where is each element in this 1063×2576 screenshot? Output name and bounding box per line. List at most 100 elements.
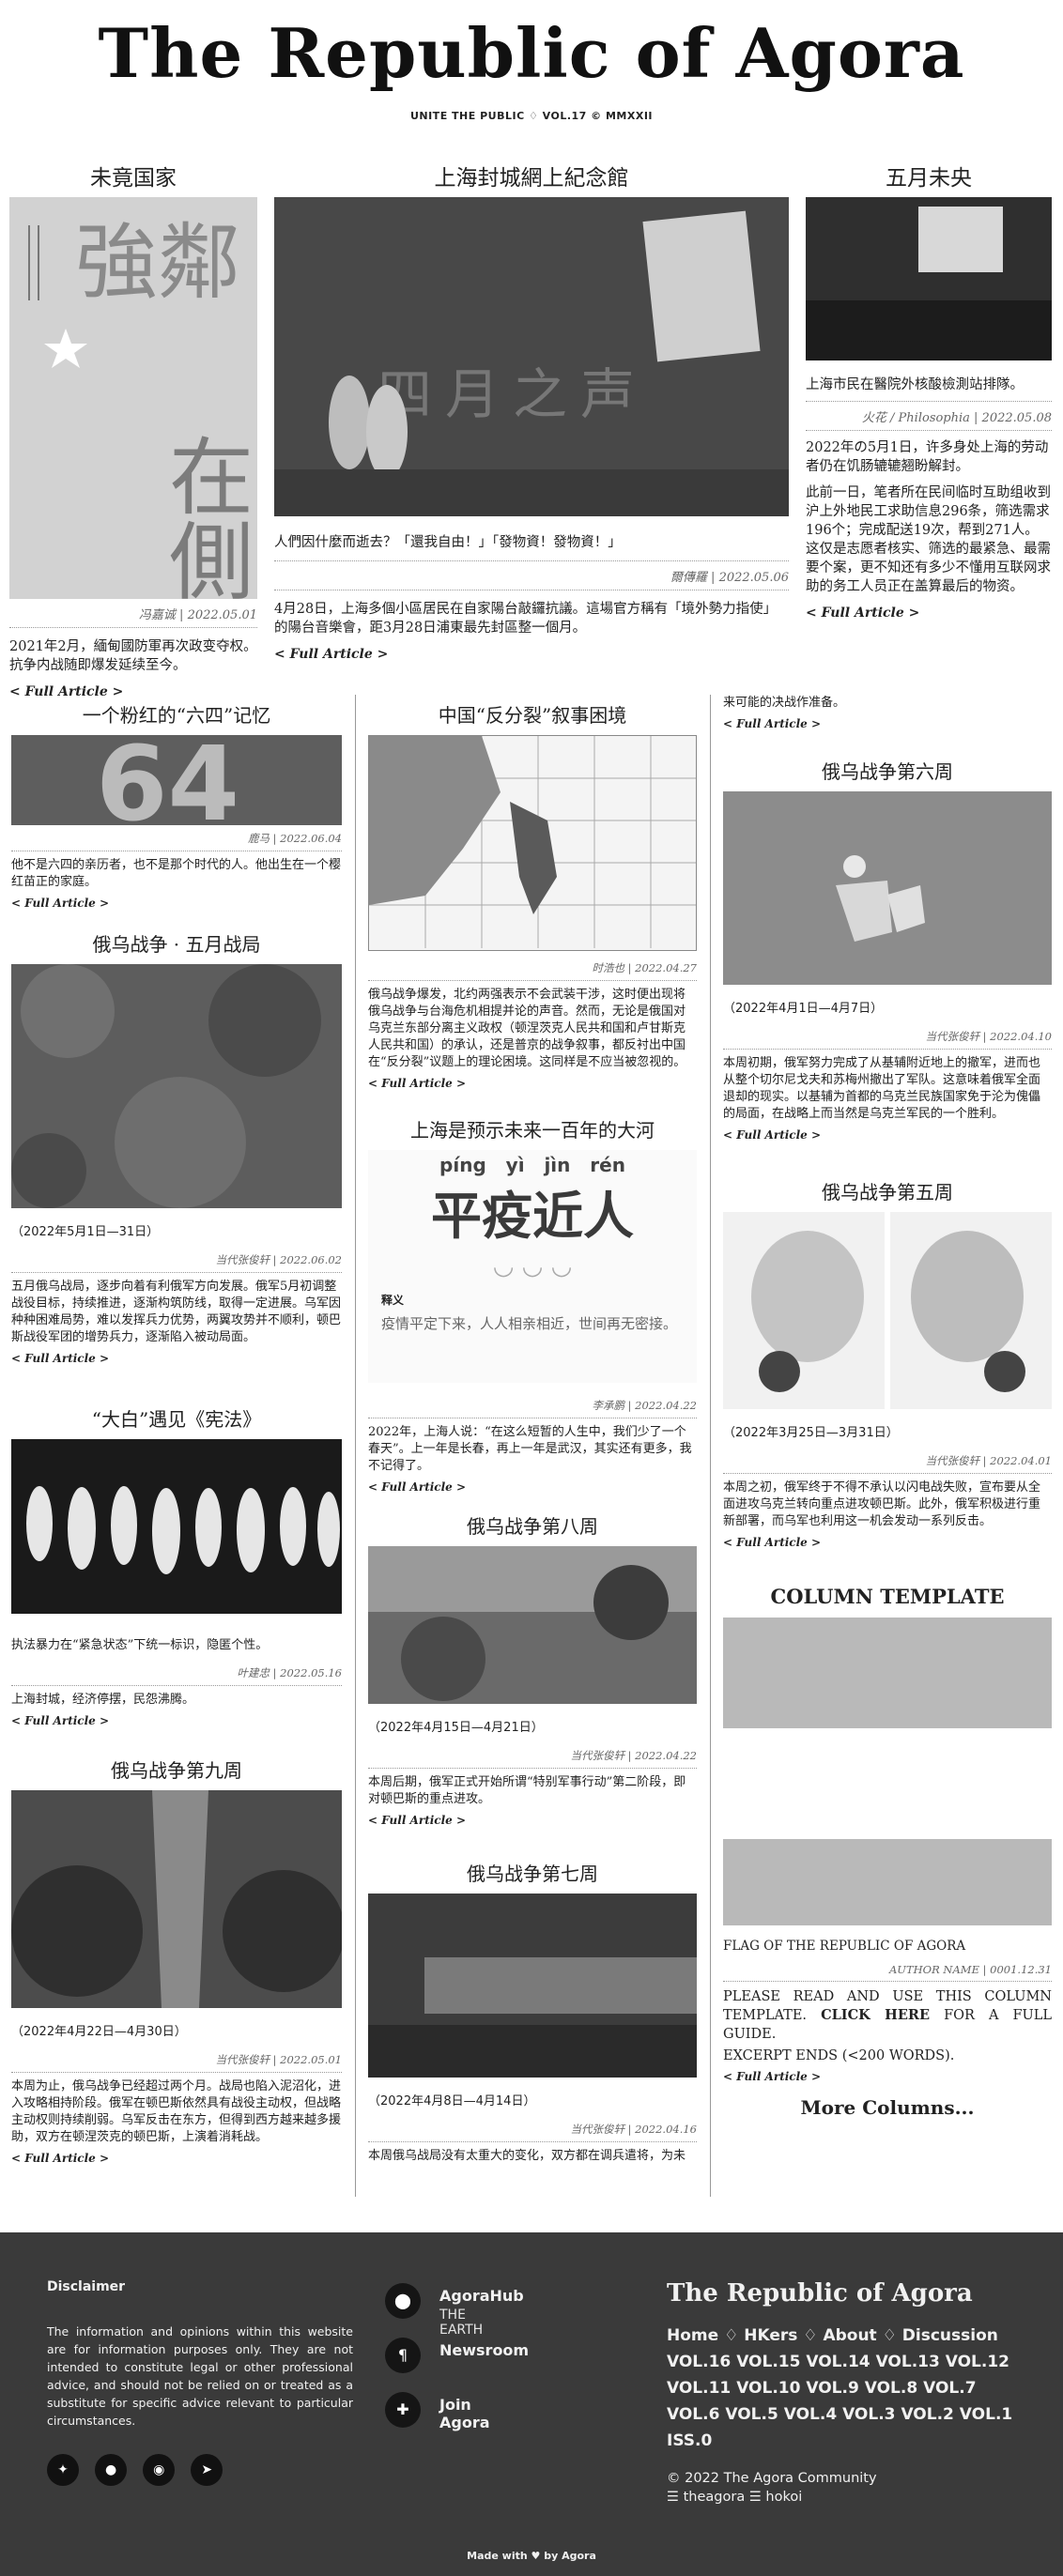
card-excerpt: 本周为止，俄乌战争已经超过两个月。战局也陷入泥沼化，进入攻略相持阶段。俄军在顿巴…: [11, 2079, 342, 2144]
card-title[interactable]: 俄乌战争第六周: [723, 757, 1052, 784]
slogan-image[interactable]: píng yì jìn rén 平疫近人 ◡ ◡ ◡ 释义 疫情平定下来，人人相…: [368, 1150, 697, 1383]
nav-about[interactable]: About: [823, 2326, 876, 2345]
card-excerpt: 本周之初，俄军终于不得不承认以闪电战失败，宣布要从全面进攻乌克兰转向重点进攻顿巴…: [723, 1480, 1041, 1528]
card-image[interactable]: [368, 735, 697, 951]
vol-link[interactable]: ISS.0: [667, 2431, 712, 2450]
vol-link[interactable]: VOL.13: [876, 2353, 940, 2371]
card-excerpt: 本周后期，俄军正式开始所谓“特别军事行动”第二阶段，即对顿巴斯的重点进攻。: [368, 1775, 686, 1806]
memorial-graphic: 四月之声: [274, 197, 789, 516]
vol-link[interactable]: VOL.6: [667, 2405, 719, 2424]
column-divider: [710, 695, 711, 2197]
full-article-link[interactable]: < Full Article >: [11, 2152, 342, 2165]
card-title[interactable]: 一个粉红的“六四”记忆: [11, 700, 342, 728]
book-cover-image[interactable]: 強鄰 在 側: [9, 197, 257, 599]
article-card: 俄乌战争 · 五月战局 （2022年5月1日—31日） 当代张俊轩 | 2022…: [11, 929, 342, 1365]
full-article-link[interactable]: < Full Article >: [723, 1128, 1052, 1142]
nav-hkers[interactable]: HKers: [744, 2326, 797, 2345]
vol-link[interactable]: VOL.7: [923, 2379, 976, 2398]
card-title[interactable]: 俄乌战争 · 五月战局: [11, 929, 342, 957]
vol-link[interactable]: VOL.12: [946, 2353, 1009, 2371]
vol-link[interactable]: VOL.16: [667, 2353, 731, 2371]
card-byline: 当代张俊轩 | 2022.04.16: [368, 2122, 697, 2142]
card-image[interactable]: [11, 964, 342, 1208]
full-article-link[interactable]: < Full Article >: [368, 1814, 697, 1827]
article-title[interactable]: 未竟国家: [9, 160, 257, 192]
card-image[interactable]: [368, 1546, 697, 1704]
puzzle-icon: ✚: [385, 2392, 421, 2428]
footer-link-label[interactable]: AgoraHub: [439, 2287, 524, 2305]
site-title[interactable]: The Republic of Agora: [0, 13, 1063, 93]
volume-links: VOL.16 VOL.15 VOL.14 VOL.13 VOL.12 VOL.1…: [667, 2349, 1033, 2454]
flag-band-top: [723, 1618, 1052, 1728]
full-article-link[interactable]: < Full Article >: [11, 1714, 342, 1727]
article-excerpt-2: 此前一日，笔者所在民间临时互助组收到沪上外地民工求助信息296条，筛选需求196…: [806, 485, 1051, 594]
card-byline: 当代张俊轩 | 2022.05.01: [11, 2052, 342, 2073]
article-card: 俄乌战争第五周 （2022年3月25日—3月31日） 当代张俊轩 | 2022.…: [723, 1177, 1052, 1549]
vol-link[interactable]: VOL.10: [736, 2379, 800, 2398]
guide-link[interactable]: CLICK HERE: [821, 2007, 930, 2023]
reddit-icon[interactable]: ◉: [143, 2454, 176, 2486]
vol-link[interactable]: VOL.9: [806, 2379, 858, 2398]
card-image[interactable]: [11, 1790, 342, 2008]
full-article-link[interactable]: < Full Article >: [274, 647, 789, 662]
card-title[interactable]: 俄乌战争第七周: [368, 1859, 697, 1886]
telegram-icon[interactable]: ➤: [191, 2454, 223, 2486]
full-article-link[interactable]: < Full Article >: [11, 1352, 342, 1365]
card-byline: 当代张俊轩 | 2022.06.02: [11, 1252, 342, 1273]
full-article-link[interactable]: < Full Article >: [723, 717, 1052, 730]
card-image[interactable]: 64: [11, 735, 342, 825]
nav-discussion[interactable]: Discussion: [902, 2326, 998, 2345]
card-image[interactable]: [723, 1212, 1052, 1409]
vol-link[interactable]: VOL.15: [736, 2353, 800, 2371]
card-image[interactable]: [368, 1894, 697, 2078]
nav-home[interactable]: Home: [667, 2326, 718, 2345]
card-title[interactable]: 俄乌战争第八周: [368, 1511, 697, 1539]
full-article-link[interactable]: < Full Article >: [723, 2070, 1052, 2083]
article-title[interactable]: 五月未央: [806, 160, 1052, 192]
card-title[interactable]: 中国“反分裂”叙事困境: [368, 700, 697, 728]
card-title[interactable]: 俄乌战争第五周: [723, 1177, 1052, 1204]
article-title[interactable]: 上海封城網上紀念館: [274, 160, 789, 192]
footer-link-label[interactable]: Newsroom: [439, 2341, 529, 2359]
card-image[interactable]: [11, 1439, 342, 1614]
full-article-link[interactable]: < Full Article >: [368, 1480, 697, 1494]
card-title[interactable]: 上海是预示未来一百年的大河: [368, 1115, 697, 1142]
footer-brand[interactable]: The Republic of Agora: [667, 2279, 1033, 2308]
vol-link[interactable]: VOL.1: [960, 2405, 1012, 2424]
card-byline: 当代张俊轩 | 2022.04.01: [723, 1453, 1052, 1474]
card-byline: AUTHOR NAME | 0001.12.31: [723, 1963, 1052, 1982]
card-byline: 当代张俊轩 | 2022.04.10: [723, 1029, 1052, 1050]
pilcrow-icon: ¶: [385, 2338, 421, 2373]
svg-text:四月之声: 四月之声: [377, 362, 648, 426]
twitter-icon[interactable]: ✦: [47, 2454, 79, 2486]
article-grid: 一个粉红的“六四”记忆 64 鹿马 | 2022.06.04 他不是六四的亲历者…: [0, 695, 1063, 2225]
card-image[interactable]: [723, 791, 1052, 985]
full-article-link[interactable]: < Full Article >: [11, 897, 342, 910]
memorial-image[interactable]: 四月之声: [274, 197, 789, 516]
svg-text:側: 側: [169, 514, 254, 599]
queue-photo[interactable]: [806, 197, 1052, 360]
vol-link[interactable]: VOL.8: [865, 2379, 917, 2398]
more-columns-link[interactable]: More Columns...: [723, 2096, 1052, 2119]
vol-link[interactable]: VOL.3: [842, 2405, 895, 2424]
column-2: 中国“反分裂”叙事困境 时浩也 | 2022.04.27 俄乌战争爆发，北约两强…: [368, 695, 697, 2197]
vol-link[interactable]: VOL.5: [725, 2405, 778, 2424]
full-article-link[interactable]: < Full Article >: [806, 606, 1052, 621]
flag-image[interactable]: [723, 1618, 1052, 1925]
card-title[interactable]: 俄乌战争第九周: [11, 1756, 342, 1783]
vol-link[interactable]: VOL.14: [806, 2353, 870, 2371]
footer-link-label[interactable]: Join Agora: [439, 2396, 490, 2431]
vol-link[interactable]: VOL.4: [784, 2405, 837, 2424]
full-article-link[interactable]: < Full Article >: [368, 1077, 697, 1090]
github-icon[interactable]: ●: [95, 2454, 128, 2486]
article-card: 一个粉红的“六四”记忆 64 鹿马 | 2022.06.04 他不是六四的亲历者…: [11, 700, 342, 910]
vol-link[interactable]: VOL.2: [901, 2405, 953, 2424]
column-1: 一个粉红的“六四”记忆 64 鹿马 | 2022.06.04 他不是六四的亲历者…: [11, 695, 342, 2197]
vol-link[interactable]: VOL.11: [667, 2379, 731, 2398]
community-handles[interactable]: ☰ theagora ☰ hokoi: [667, 2488, 1033, 2507]
tagline: UNITE THE PUBLIC ♢ VOL.17 © MMXXII: [409, 110, 654, 122]
card-title[interactable]: COLUMN TEMPLATE: [723, 1585, 1052, 1608]
card-title[interactable]: “大白”遇见《宪法》: [11, 1404, 342, 1432]
full-article-link[interactable]: < Full Article >: [723, 1536, 1052, 1549]
image-caption: FLAG OF THE REPUBLIC OF AGORA: [723, 1939, 966, 1954]
